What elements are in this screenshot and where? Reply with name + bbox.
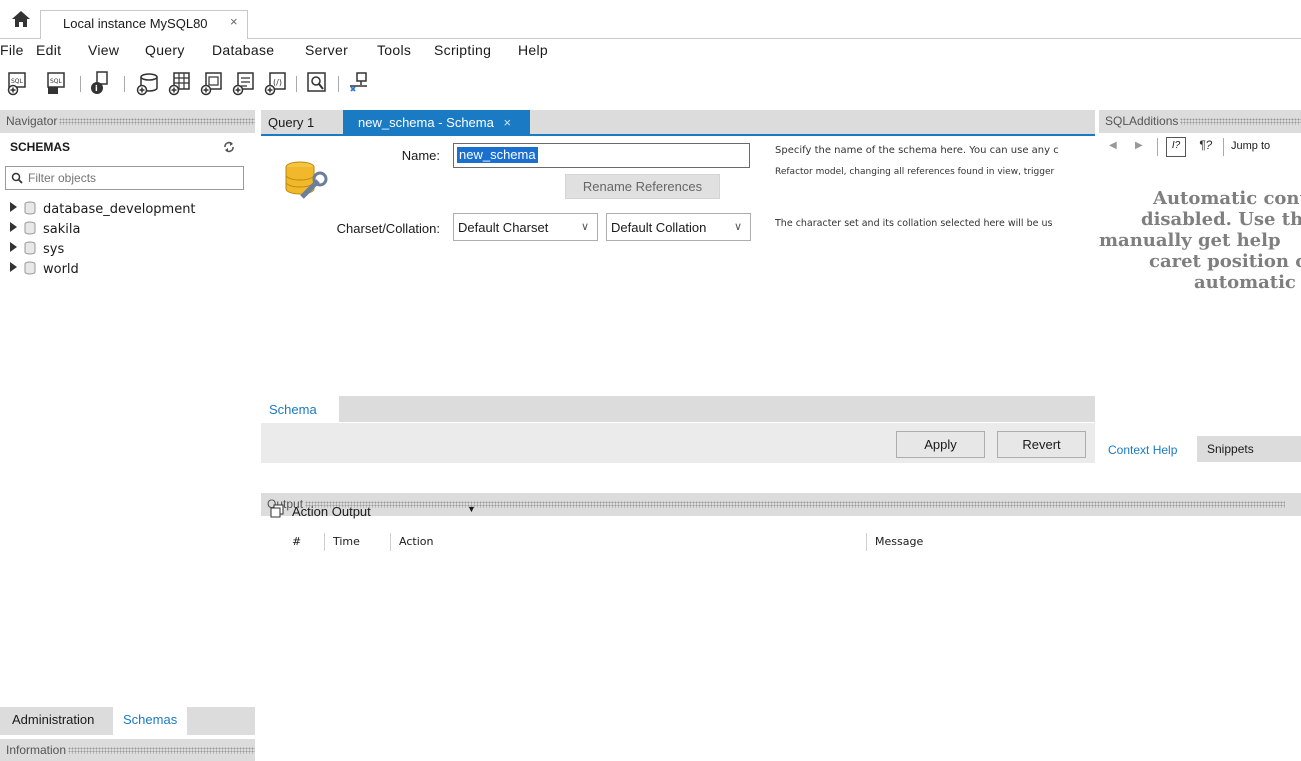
create-function-icon[interactable]: (/)	[262, 70, 288, 96]
context-help-text: Automatic cont disabled. Use th manually…	[1099, 188, 1301, 293]
forward-icon[interactable]: ▶	[1135, 140, 1143, 151]
sql-additions-header: SQLAdditions	[1099, 110, 1301, 133]
tab-snippets[interactable]: Snippets	[1207, 442, 1254, 456]
close-tab-icon[interactable]: ×	[503, 115, 511, 130]
main-toolbar: SQL SQL i (/)	[0, 68, 1301, 100]
menu-help[interactable]: Help	[518, 42, 548, 58]
information-header: Information	[0, 739, 255, 761]
database-icon	[24, 261, 36, 275]
schema-name-input[interactable]: new_schema	[453, 143, 750, 168]
navigator-tabs: Administration Schemas	[0, 707, 255, 735]
menu-database[interactable]: Database	[212, 42, 274, 58]
svg-text:i: i	[95, 84, 98, 93]
output-toolbar: Action Output ▼	[261, 497, 1301, 525]
schema-wrench-icon	[278, 157, 338, 207]
jump-to-select[interactable]: Jump to	[1231, 140, 1270, 152]
tab-new-schema[interactable]: new_schema - Schema ×	[343, 110, 530, 134]
sql-additions-tabs: Context Help Snippets	[1099, 436, 1301, 462]
charset-select[interactable]: Default Charset ∨	[453, 213, 598, 241]
refresh-icon[interactable]	[222, 140, 236, 154]
close-tab-icon[interactable]: ×	[230, 14, 238, 29]
search-table-data-icon[interactable]	[304, 70, 330, 96]
charset-collation-label: Charset/Collation:	[336, 221, 440, 236]
manual-help-icon[interactable]: ¶?	[1199, 138, 1212, 152]
menu-edit[interactable]: Edit	[36, 42, 61, 58]
schemas-title: SCHEMAS	[10, 140, 71, 154]
menu-scripting[interactable]: Scripting	[434, 42, 491, 58]
column-header-message: Message	[875, 535, 924, 548]
copy-icon[interactable]	[270, 504, 284, 518]
database-icon	[24, 241, 36, 255]
navigator-header: Navigator	[0, 110, 255, 133]
expand-icon[interactable]	[10, 262, 17, 272]
column-header-action: Action	[399, 535, 434, 548]
schema-item-sys[interactable]: sys	[10, 241, 64, 259]
search-icon	[11, 172, 23, 184]
new-sql-tab-icon[interactable]: SQL	[5, 70, 31, 96]
tab-query-1[interactable]: Query 1	[261, 110, 343, 134]
collation-select[interactable]: Default Collation ∨	[606, 213, 751, 241]
inspector-icon[interactable]: i	[88, 70, 114, 96]
connection-tab-label: Local instance MySQL80	[63, 16, 208, 31]
sql-additions-toolbar: ◀ ▶ I? ¶? Jump to	[1099, 133, 1301, 163]
menu-bar: File Edit View Query Database Server Too…	[0, 40, 1301, 62]
filter-objects-field[interactable]	[5, 166, 244, 190]
name-hint: Specify the name of the schema here. You…	[775, 145, 1059, 156]
menu-file[interactable]: File	[0, 42, 24, 58]
schema-name-value: new_schema	[457, 147, 538, 163]
chevron-down-icon: ∨	[733, 221, 742, 233]
filter-objects-input[interactable]	[28, 170, 238, 186]
revert-button[interactable]: Revert	[997, 431, 1086, 458]
home-icon[interactable]	[10, 9, 32, 29]
schema-item-world[interactable]: world	[10, 261, 79, 279]
create-view-icon[interactable]	[198, 70, 224, 96]
toggle-auto-help-icon[interactable]: I?	[1166, 137, 1186, 157]
open-sql-script-icon[interactable]: SQL	[44, 70, 70, 96]
apply-button[interactable]: Apply	[896, 431, 985, 458]
svg-text:SQL: SQL	[11, 78, 24, 85]
connection-tab-bar: Local instance MySQL80 ×	[0, 0, 1301, 39]
svg-text:SQL: SQL	[50, 78, 63, 85]
reconnect-icon[interactable]	[345, 70, 371, 96]
create-table-icon[interactable]	[166, 70, 192, 96]
tab-schemas[interactable]: Schemas	[113, 707, 187, 735]
schema-item-database_development[interactable]: database_development	[10, 201, 196, 219]
tab-schema[interactable]: Schema	[261, 396, 339, 423]
editor-tabs: Query 1 new_schema - Schema ×	[261, 110, 1095, 136]
editor-bottom-tabs	[261, 396, 1095, 422]
expand-icon[interactable]	[10, 222, 17, 232]
menu-query[interactable]: Query	[145, 42, 185, 58]
column-header-number: #	[292, 535, 302, 548]
create-procedure-icon[interactable]	[230, 70, 256, 96]
rename-references-button[interactable]: Rename References	[565, 174, 720, 199]
menu-view[interactable]: View	[88, 42, 119, 58]
menu-tools[interactable]: Tools	[377, 42, 411, 58]
svg-text:(/): (/)	[273, 78, 282, 87]
connection-tab[interactable]: Local instance MySQL80	[40, 10, 248, 39]
charset-hint: The character set and its collation sele…	[775, 218, 1053, 229]
action-output-select[interactable]: Action Output	[292, 504, 371, 519]
chevron-down-icon: ∨	[580, 221, 589, 233]
create-schema-icon[interactable]	[134, 70, 160, 96]
output-table-header: # Time Action Message	[261, 533, 1301, 551]
back-icon[interactable]: ◀	[1109, 140, 1117, 151]
tab-context-help[interactable]: Context Help	[1099, 436, 1197, 462]
dropdown-arrow-icon[interactable]: ▼	[467, 504, 476, 514]
database-icon	[24, 201, 36, 215]
schema-item-sakila[interactable]: sakila	[10, 221, 80, 239]
database-icon	[24, 221, 36, 235]
refactor-hint: Refactor model, changing all references …	[775, 167, 1055, 177]
tab-administration[interactable]: Administration	[12, 707, 94, 735]
expand-icon[interactable]	[10, 242, 17, 252]
name-label: Name:	[401, 148, 440, 163]
expand-icon[interactable]	[10, 202, 17, 212]
menu-server[interactable]: Server	[305, 42, 348, 58]
column-header-time: Time	[333, 535, 360, 548]
